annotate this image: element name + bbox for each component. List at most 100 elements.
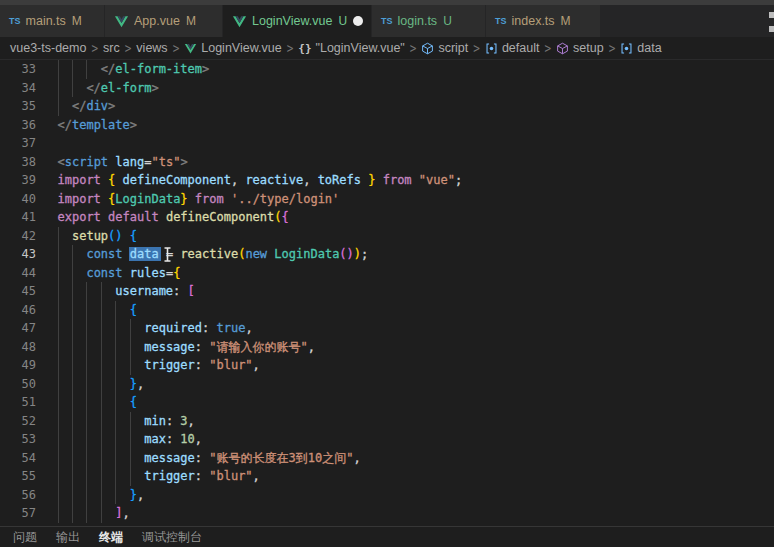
code-line-41[interactable]: 41 export default defineComponent({ (0, 208, 774, 227)
code-text: trigger: "blur", (58, 467, 260, 486)
line-number[interactable]: 43 (0, 245, 36, 264)
breadcrumb-item-script[interactable]: script (421, 41, 468, 55)
code-line-54[interactable]: 54 message: "账号的长度在3到10之间", (0, 449, 774, 468)
code-line-49[interactable]: 49 trigger: "blur", (0, 356, 774, 375)
code-text: export default defineComponent({ (58, 208, 289, 227)
line-number[interactable]: 47 (0, 319, 36, 338)
code-line-56[interactable]: 56 }, (0, 486, 774, 505)
code-text: const data = reactive(new LoginData()); (58, 245, 369, 264)
code-text: max: 10, (58, 430, 203, 449)
code-line-40[interactable]: 40 import {LoginData} from '../type/login… (0, 190, 774, 209)
line-number[interactable]: 53 (0, 430, 36, 449)
line-number[interactable]: 56 (0, 486, 36, 505)
code-text: }, (58, 486, 145, 505)
line-number[interactable]: 40 (0, 190, 36, 209)
breadcrumb-item-views[interactable]: views (136, 41, 167, 55)
breadcrumb-item-src[interactable]: src (103, 41, 120, 55)
code-text: min: 3, (58, 412, 195, 431)
breadcrumb-label: default (502, 41, 540, 55)
git-badge: M (72, 14, 82, 28)
panel-tab-终端[interactable]: 终端 (99, 529, 123, 546)
code-line-57[interactable]: 57 ], (0, 504, 774, 523)
breadcrumb-item-setup[interactable]: setup (556, 41, 604, 55)
line-number[interactable]: 36 (0, 116, 36, 135)
code-line-38[interactable]: 38<script lang="ts"> (0, 153, 774, 172)
line-number[interactable]: 41 (0, 208, 36, 227)
code-line-46[interactable]: 46 { (0, 301, 774, 320)
code-text: username: [ (58, 282, 195, 301)
code-line-50[interactable]: 50 }, (0, 375, 774, 394)
code-line-33[interactable]: 33 </el-form-item> (0, 60, 774, 79)
line-number[interactable]: 51 (0, 393, 36, 412)
line-number[interactable]: 55 (0, 467, 36, 486)
breadcrumb-item-LoginViewvue[interactable]: {} "LoginView.vue" (298, 41, 405, 55)
code-line-44[interactable]: 44 const rules={ (0, 264, 774, 283)
code-line-53[interactable]: 53 max: 10, (0, 430, 774, 449)
line-number[interactable]: 46 (0, 301, 36, 320)
code-text: ], (58, 504, 130, 523)
panel-tab-调试控制台[interactable]: 调试控制台 (142, 529, 202, 546)
vue-icon (232, 14, 247, 29)
line-number[interactable]: 42 (0, 227, 36, 246)
code-line-43[interactable]: 43 const data = reactive(new LoginData()… (0, 245, 774, 264)
line-number[interactable]: 33 (0, 60, 36, 79)
code-line-52[interactable]: 52 min: 3, (0, 412, 774, 431)
tab-login.ts[interactable]: TSlogin.tsU (372, 5, 486, 37)
panel-tab-问题[interactable]: 问题 (13, 529, 37, 546)
git-badge: M (561, 14, 571, 28)
editor-action-icon-cut[interactable] (769, 12, 774, 18)
line-number[interactable]: 50 (0, 375, 36, 394)
breadcrumb-label: "LoginView.vue" (316, 41, 405, 55)
git-badge: U (443, 14, 452, 28)
line-number[interactable]: 48 (0, 338, 36, 357)
breadcrumb-item-vue3tsdemo[interactable]: vue3-ts-demo (10, 41, 86, 55)
dirty-dot-icon[interactable] (353, 16, 363, 26)
tab-App.vue[interactable]: App.vue M (105, 5, 223, 37)
tab-LoginView.vue[interactable]: LoginView.vueU (223, 5, 372, 37)
breadcrumb-item-default[interactable]: default (485, 41, 540, 55)
code-text: { (58, 393, 137, 412)
code-line-42[interactable]: 42 setup() { (0, 227, 774, 246)
panel-tab-输出[interactable]: 输出 (56, 529, 80, 546)
breadcrumb-separator: > (120, 40, 137, 56)
line-number[interactable]: 38 (0, 153, 36, 172)
breadcrumb: vue3-ts-demo>src>views>LoginView.vue>{}"… (0, 37, 774, 60)
line-number[interactable]: 35 (0, 97, 36, 116)
typescript-icon: TS (495, 16, 507, 26)
tab-label: App.vue (134, 14, 180, 28)
tab-main.ts[interactable]: TSmain.tsM (0, 5, 105, 37)
code-line-35[interactable]: 35 </div> (0, 97, 774, 116)
line-number[interactable]: 52 (0, 412, 36, 431)
code-text: message: "请输入你的账号", (58, 338, 315, 357)
braces-icon: {} (298, 42, 311, 55)
code-line-39[interactable]: 39 import { defineComponent, reactive, to… (0, 171, 774, 190)
code-line-55[interactable]: 55 trigger: "blur", (0, 467, 774, 486)
line-number[interactable]: 49 (0, 356, 36, 375)
code-line-37[interactable]: 37 (0, 134, 774, 153)
code-line-51[interactable]: 51 { (0, 393, 774, 412)
code-line-34[interactable]: 34 </el-form> (0, 79, 774, 98)
code-text: { (58, 301, 137, 320)
line-number[interactable]: 34 (0, 79, 36, 98)
code-line-45[interactable]: 45 username: [ (0, 282, 774, 301)
line-number[interactable]: 45 (0, 282, 36, 301)
breadcrumb-item-LoginViewvue[interactable]: LoginView.vue (184, 41, 281, 55)
line-number[interactable]: 37 (0, 134, 36, 153)
tab-index.ts[interactable]: TSindex.tsM (486, 5, 601, 37)
breadcrumb-item-data[interactable]: data (620, 41, 661, 55)
line-number[interactable]: 39 (0, 171, 36, 190)
code-text: </div> (58, 97, 116, 116)
editor-action-icon-cut2[interactable] (769, 26, 774, 32)
code-line-36[interactable]: 36</template> (0, 116, 774, 135)
code-text: import { defineComponent, reactive, toRe… (58, 171, 463, 190)
line-number[interactable]: 54 (0, 449, 36, 468)
code-line-48[interactable]: 48 message: "请输入你的账号", (0, 338, 774, 357)
code-text: import {LoginData} from '../type/login' (58, 190, 340, 209)
code-editor[interactable]: 33 </el-form-item>34 </el-form>35 </div>… (0, 60, 774, 526)
code-line-47[interactable]: 47 required: true, (0, 319, 774, 338)
code-text: setup() { (58, 227, 138, 246)
git-badge: M (186, 14, 196, 28)
line-number[interactable]: 44 (0, 264, 36, 283)
git-badge: U (338, 14, 347, 28)
line-number[interactable]: 57 (0, 504, 36, 523)
